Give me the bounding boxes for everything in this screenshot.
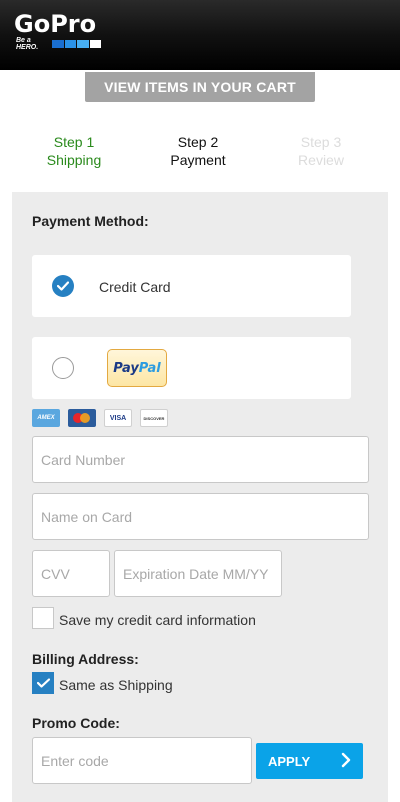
same-as-shipping-label[interactable]: Same as Shipping xyxy=(59,677,173,693)
apply-promo-button[interactable]: APPLY xyxy=(256,743,363,779)
step-label: Shipping xyxy=(46,152,102,168)
logo-square-4 xyxy=(89,40,102,48)
step-shipping[interactable]: Step 1 Shipping xyxy=(19,133,129,169)
cvv-input[interactable] xyxy=(32,550,110,597)
name-on-card-input[interactable] xyxy=(32,493,369,540)
promo-code-input[interactable] xyxy=(32,737,252,784)
mastercard-icon xyxy=(68,409,96,427)
visa-icon: VISA xyxy=(104,409,132,427)
promo-code-title: Promo Code: xyxy=(32,715,120,731)
logo-wordmark: GoPro xyxy=(14,10,97,38)
apply-label: APPLY xyxy=(268,753,311,769)
same-as-shipping-checkbox[interactable] xyxy=(32,672,54,694)
logo-square-3 xyxy=(77,40,89,48)
checkmark-icon xyxy=(57,281,69,291)
credit-card-label: Credit Card xyxy=(99,279,171,295)
credit-card-radio[interactable] xyxy=(52,275,74,297)
step-label: Payment xyxy=(170,152,226,168)
billing-address-title: Billing Address: xyxy=(32,651,139,667)
step-label: Review xyxy=(298,152,344,168)
logo-square-2 xyxy=(64,40,77,48)
logo-tagline-row: Be a HERO. xyxy=(16,37,102,51)
paypal-option[interactable]: Pay Pal xyxy=(32,337,351,399)
payment-method-title: Payment Method: xyxy=(32,213,149,229)
step-number: Step 2 xyxy=(177,134,219,150)
logo-square-1 xyxy=(52,40,64,48)
gopro-logo[interactable]: GoPro Be a HERO. xyxy=(14,10,102,51)
checkmark-icon xyxy=(36,678,50,688)
credit-card-option[interactable]: Credit Card xyxy=(32,255,351,317)
site-header: GoPro Be a HERO. xyxy=(0,0,400,70)
amex-icon: AMEX xyxy=(32,409,60,427)
card-number-input[interactable] xyxy=(32,436,369,483)
step-number: Step 3 xyxy=(300,134,342,150)
step-number: Step 1 xyxy=(53,134,95,150)
view-cart-button[interactable]: VIEW ITEMS IN YOUR CART xyxy=(85,72,315,102)
paypal-logo: Pay Pal xyxy=(107,349,167,387)
step-payment: Step 2 Payment xyxy=(143,133,253,169)
paypal-radio[interactable] xyxy=(52,357,74,379)
step-review: Step 3 Review xyxy=(266,133,376,169)
chevron-right-icon xyxy=(341,752,351,768)
save-card-label[interactable]: Save my credit card information xyxy=(59,612,256,628)
save-card-checkbox[interactable] xyxy=(32,607,54,629)
discover-icon: DISCOVER xyxy=(140,409,168,427)
logo-tagline: Be a HERO. xyxy=(16,37,39,51)
expiration-date-input[interactable] xyxy=(114,550,282,597)
